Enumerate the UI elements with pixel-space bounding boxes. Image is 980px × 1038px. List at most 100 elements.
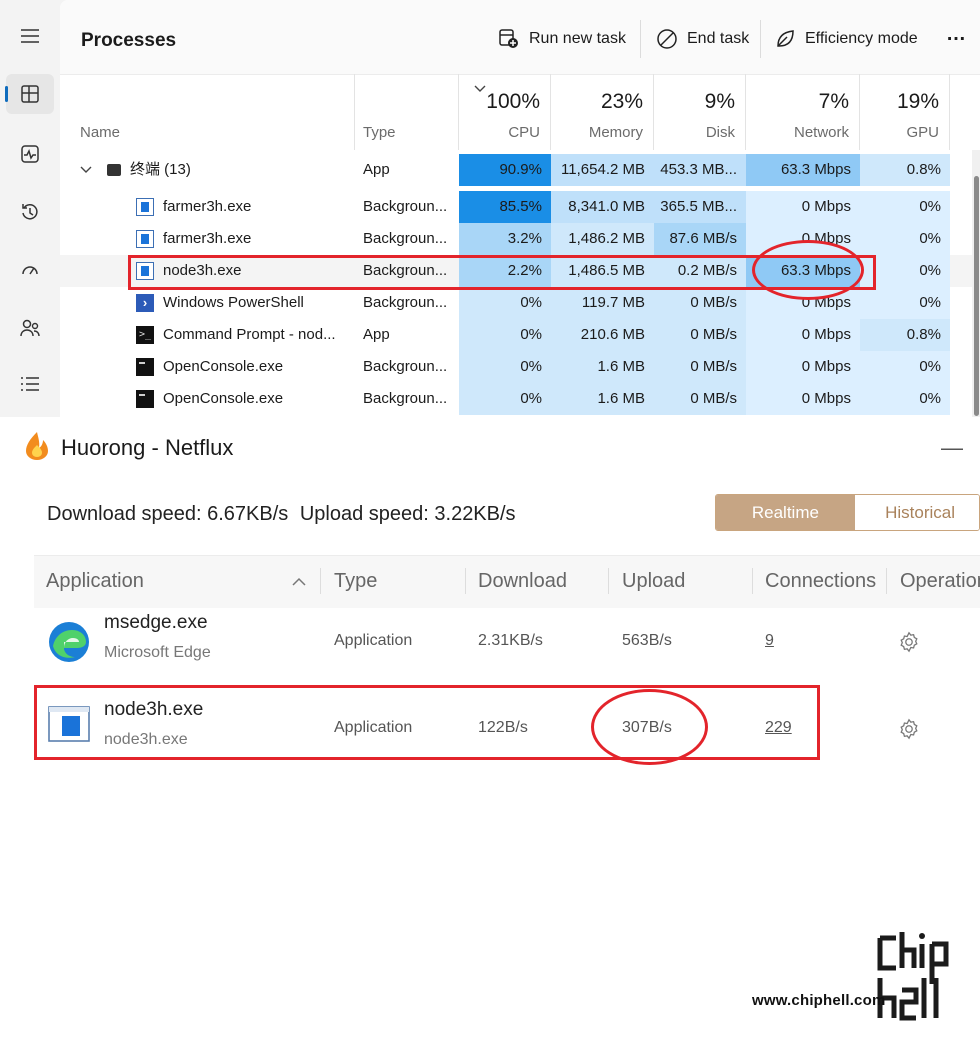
page-title: Processes [81, 30, 177, 51]
process-cpu: 0% [459, 383, 551, 415]
process-type: App [363, 161, 390, 178]
efficiency-mode-button[interactable]: Efficiency mode [774, 27, 918, 51]
list-item[interactable]: msedge.exe Microsoft Edge Application 2.… [34, 610, 980, 672]
gpu-percent: 19% [896, 90, 939, 113]
process-disk: 453.3 MB... [654, 154, 746, 186]
column-name[interactable]: Name [60, 74, 355, 150]
process-type: Backgroun... [363, 390, 448, 407]
network-percent: 7% [818, 90, 849, 113]
chiphell-watermark-logo [877, 932, 949, 1021]
table-row[interactable]: OpenConsole.exe Backgroun... 0% 1.6 MB 0… [60, 351, 980, 383]
more-icon: … [946, 22, 966, 45]
column-type[interactable]: Type [334, 570, 377, 593]
run-new-task-icon [499, 29, 518, 48]
sort-chevron-icon [474, 85, 486, 92]
huorong-logo-icon [26, 432, 48, 460]
process-cpu: 0% [459, 287, 551, 319]
end-task-button[interactable]: End task [656, 27, 749, 51]
minimize-button[interactable]: — [941, 435, 963, 461]
memory-percent: 23% [600, 90, 643, 113]
end-task-icon [657, 29, 677, 49]
column-application[interactable]: Application [46, 570, 144, 593]
process-disk: 0 MB/s [654, 287, 746, 319]
processes-icon[interactable] [5, 74, 54, 114]
process-gpu: 0% [860, 351, 950, 383]
column-connections[interactable]: Connections [765, 570, 876, 593]
app-window-icon [136, 198, 154, 216]
process-network: 0 Mbps [746, 383, 860, 415]
download-speed: Download speed: 6.67KB/s [47, 503, 289, 525]
run-new-task-button[interactable]: Run new task [498, 27, 626, 51]
column-type[interactable]: Type [355, 74, 459, 150]
details-icon[interactable] [6, 364, 54, 404]
process-disk: 365.5 MB... [654, 191, 746, 223]
table-row[interactable]: >_ Command Prompt - nod... App 0% 210.6 … [60, 319, 980, 351]
column-download[interactable]: Download [478, 570, 567, 593]
column-cpu[interactable]: 100% CPU [459, 74, 551, 150]
app-name: msedge.exe [104, 612, 208, 633]
cpu-percent: 100% [486, 90, 540, 113]
terminal-icon [107, 164, 121, 176]
tab-historical[interactable]: Historical [854, 495, 979, 530]
tab-realtime[interactable]: Realtime [716, 495, 855, 530]
gear-icon[interactable] [898, 631, 920, 653]
column-network[interactable]: 7% Network [746, 74, 860, 150]
table-row[interactable]: farmer3h.exe Backgroun... 85.5% 8,341.0 … [60, 191, 980, 223]
column-name-label: Name [80, 124, 121, 141]
process-disk: 87.6 MB/s [654, 223, 746, 255]
app-type: Application [334, 632, 413, 649]
process-type: App [363, 326, 390, 343]
process-network: 0 Mbps [746, 191, 860, 223]
command-prompt-icon: >_ [136, 326, 154, 344]
process-disk: 0 MB/s [654, 319, 746, 351]
column-upload[interactable]: Upload [622, 570, 685, 593]
gear-icon[interactable] [898, 718, 920, 740]
scrollbar-thumb[interactable] [974, 176, 979, 416]
app-description: Microsoft Edge [104, 644, 211, 661]
edge-browser-icon [49, 622, 89, 662]
startup-apps-icon[interactable] [6, 250, 54, 290]
task-manager-window: Processes Run new task End task Efficien… [0, 0, 980, 417]
hamburger-icon[interactable] [6, 16, 54, 56]
leaf-icon [777, 30, 794, 47]
process-name: Windows PowerShell [163, 294, 304, 311]
column-disk[interactable]: 9% Disk [654, 74, 746, 150]
process-type: Backgroun... [363, 294, 448, 311]
process-memory: 119.7 MB [551, 287, 654, 319]
sort-up-icon[interactable] [292, 577, 306, 586]
process-memory: 11,654.2 MB [551, 154, 654, 186]
app-history-icon[interactable] [6, 192, 54, 232]
speed-summary: Download speed: 6.67KB/s Upload speed: 3… [47, 503, 516, 526]
process-name: OpenConsole.exe [163, 358, 284, 375]
process-memory: 1.6 MB [551, 351, 654, 383]
process-type: Backgroun... [363, 198, 448, 215]
table-row[interactable]: OpenConsole.exe Backgroun... 0% 1.6 MB 0… [60, 383, 980, 415]
process-type: Backgroun... [363, 358, 448, 375]
process-cpu: 0% [459, 351, 551, 383]
memory-label: Memory [588, 124, 643, 141]
column-memory[interactable]: 23% Memory [551, 74, 654, 150]
processes-panel: Processes Run new task End task Efficien… [60, 0, 980, 417]
process-name: 终端 (13) [130, 161, 191, 178]
users-icon[interactable] [6, 308, 54, 348]
cpu-label: CPU [508, 124, 540, 141]
highlight-ellipse-upload [591, 689, 708, 765]
more-options-button[interactable]: … [946, 22, 966, 46]
column-operation[interactable]: Operation [900, 570, 980, 593]
run-new-task-label: Run new task [529, 30, 626, 47]
performance-icon[interactable] [6, 134, 54, 174]
column-type-label: Type [363, 124, 396, 141]
powershell-icon: › [136, 294, 154, 312]
process-name: Command Prompt - nod... [163, 326, 336, 343]
watermark-url: www.chiphell.com [752, 992, 886, 1009]
process-disk: 0 MB/s [654, 351, 746, 383]
chevron-down-icon[interactable] [80, 166, 92, 174]
table-row[interactable]: 终端 (13) App 90.9% 11,654.2 MB 453.3 MB..… [60, 154, 980, 186]
connections-link[interactable]: 9 [765, 632, 774, 650]
disk-percent: 9% [704, 90, 735, 113]
column-gpu[interactable]: 19% GPU [860, 74, 950, 150]
processes-header: Processes Run new task End task Efficien… [60, 0, 980, 75]
process-gpu: 0% [860, 191, 950, 223]
app-window-icon [136, 230, 154, 248]
process-network: 0 Mbps [746, 319, 860, 351]
